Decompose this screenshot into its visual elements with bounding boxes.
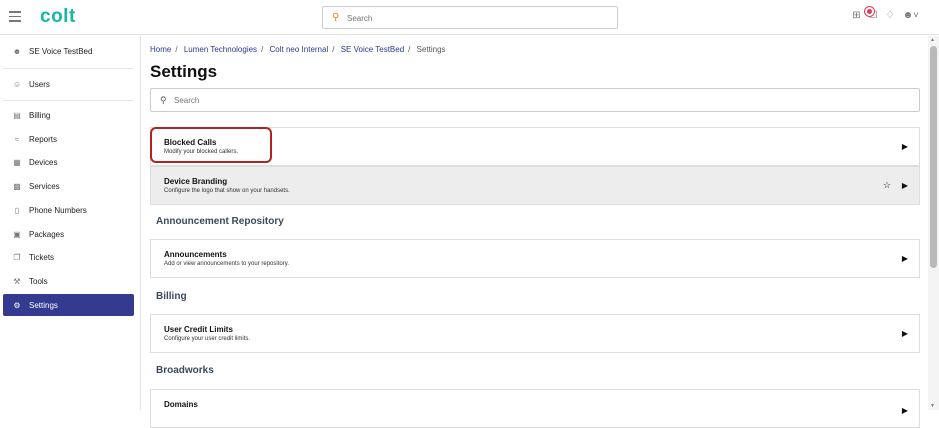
sidebar-account[interactable]: ☻ SE Voice TestBed: [3, 40, 134, 62]
arrow-right-icon[interactable]: ▶: [902, 181, 908, 190]
sidebar-item-label: Users: [29, 79, 50, 89]
sidebar-item-label: Tools: [29, 276, 48, 286]
sidebar-item-tickets[interactable]: ❐ Tickets: [3, 246, 134, 268]
breadcrumb-testbed[interactable]: SE Voice TestBed: [341, 45, 404, 54]
global-search-input[interactable]: [347, 10, 607, 26]
card-desc: Configure the logo that show on your han…: [164, 188, 290, 194]
tools-icon: ⚒: [13, 276, 21, 286]
arrow-right-icon[interactable]: ▶: [902, 142, 908, 151]
section-billing: Billing: [156, 291, 187, 302]
search-icon: ⚲: [332, 12, 340, 23]
breadcrumb-current: Settings: [416, 45, 446, 54]
sidebar-item-services[interactable]: ▩ Services: [3, 175, 134, 197]
top-bar: colt ⚲ ⊞ ☐ ♢ ☻˅: [0, 0, 939, 35]
scrollbar-thumb[interactable]: [930, 46, 937, 268]
sidebar-item-label: Services: [29, 181, 60, 191]
packages-icon: ▣: [13, 229, 21, 239]
card-title: Announcements: [164, 250, 227, 259]
arrow-right-icon[interactable]: ▶: [902, 254, 908, 263]
billing-icon: ▤: [13, 110, 21, 120]
devices-icon: ▦: [13, 157, 21, 167]
scrollbar[interactable]: ▲ ▼: [928, 36, 939, 410]
breadcrumb-separator: /: [261, 45, 264, 54]
sidebar-item-label: Devices: [29, 157, 58, 167]
sidebar-item-packages[interactable]: ▣ Packages: [3, 223, 134, 245]
section-announcement-repository: Announcement Repository: [156, 216, 284, 227]
scroll-up-icon[interactable]: ▲: [930, 37, 935, 43]
breadcrumb-colt-internal[interactable]: Colt neo Internal: [270, 45, 329, 54]
sidebar-item-reports[interactable]: ≈ Reports: [3, 128, 134, 150]
arrow-right-icon[interactable]: ▶: [902, 406, 908, 415]
sidebar-item-label: Packages: [29, 229, 65, 239]
star-icon[interactable]: ☆: [883, 180, 891, 191]
reports-icon: ≈: [14, 134, 20, 144]
settings-search-input[interactable]: [174, 93, 874, 107]
arrow-right-icon[interactable]: ▶: [902, 329, 908, 338]
services-icon: ▩: [13, 181, 21, 191]
sidebar: ☻ SE Voice TestBed ☺ Users ▤ Billing ≈ R…: [0, 36, 141, 410]
search-icon: ⚲: [160, 95, 167, 105]
top-icons: ⊞ ☐ ♢ ☻˅: [852, 10, 919, 21]
breadcrumb: Home / Lumen Technologies / Colt neo Inter…: [150, 45, 446, 54]
sidebar-account-label: SE Voice TestBed: [29, 46, 93, 56]
phone-icon: ▯: [14, 205, 20, 215]
breadcrumb-separator: /: [175, 45, 178, 54]
colt-logo[interactable]: colt: [40, 6, 76, 28]
sidebar-item-users[interactable]: ☺ Users: [3, 73, 134, 95]
breadcrumb-separator: /: [408, 45, 411, 54]
scroll-down-icon[interactable]: ▼: [930, 403, 935, 409]
menu-icon[interactable]: [9, 11, 21, 23]
sidebar-item-label: Settings: [29, 300, 58, 310]
breadcrumb-lumen[interactable]: Lumen Technologies: [184, 45, 257, 54]
bell-icon[interactable]: ♢: [886, 10, 895, 21]
card-desc: Add or view announcements to your reposi…: [164, 261, 289, 267]
highlight-box: [150, 127, 272, 163]
user-icon[interactable]: ☻˅: [903, 10, 919, 21]
page-title: Settings: [150, 62, 218, 81]
card-title: Device Branding: [164, 177, 228, 186]
card-desc: Configure your user credit limits.: [164, 336, 251, 342]
section-broadworks: Broadworks: [156, 365, 214, 376]
notification-badge: [865, 7, 874, 16]
global-search[interactable]: ⚲: [322, 6, 618, 29]
sidebar-item-label: Reports: [29, 134, 58, 144]
settings-search[interactable]: ⚲: [150, 88, 920, 112]
users-icon: ☺: [12, 79, 22, 89]
card-title: Domains: [164, 400, 198, 409]
sidebar-item-label: Phone Numbers: [29, 205, 87, 215]
settings-icon: ⚙: [13, 300, 21, 310]
sidebar-item-settings[interactable]: ⚙ Settings: [3, 294, 134, 316]
main-content: Home / Lumen Technologies / Colt neo Inter…: [141, 36, 928, 428]
sidebar-divider: [3, 68, 134, 69]
sidebar-divider: [3, 100, 134, 101]
card-device-branding[interactable]: Device Branding Configure the logo that …: [150, 166, 920, 205]
grid-icon[interactable]: ⊞: [852, 10, 860, 21]
breadcrumb-home[interactable]: Home: [150, 45, 171, 54]
card-domains[interactable]: Domains ▶: [150, 389, 920, 428]
sidebar-item-tools[interactable]: ⚒ Tools: [3, 270, 134, 292]
breadcrumb-separator: /: [332, 45, 335, 54]
sidebar-item-label: Billing: [29, 110, 51, 120]
card-title: User Credit Limits: [164, 325, 233, 334]
account-icon: ☻: [12, 46, 22, 56]
sidebar-item-label: Tickets: [29, 252, 55, 262]
card-announcements[interactable]: Announcements Add or view announcements …: [150, 239, 920, 278]
card-user-credit-limits[interactable]: User Credit Limits Configure your user c…: [150, 314, 920, 353]
sidebar-item-billing[interactable]: ▤ Billing: [3, 104, 134, 126]
tickets-icon: ❐: [13, 252, 21, 262]
sidebar-item-devices[interactable]: ▦ Devices: [3, 151, 134, 173]
sidebar-item-phone-numbers[interactable]: ▯ Phone Numbers: [3, 199, 134, 221]
